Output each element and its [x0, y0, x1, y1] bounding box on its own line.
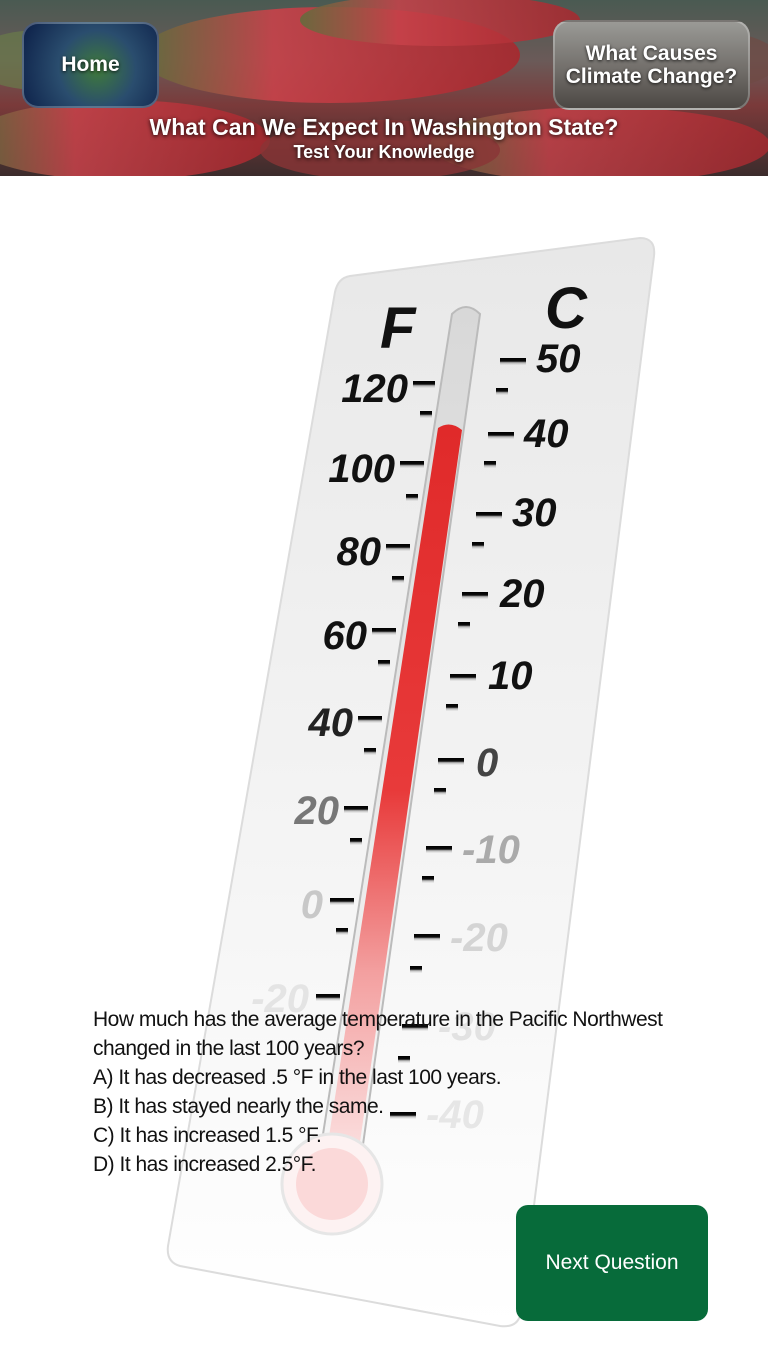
f-tick-label: 80: [337, 530, 382, 574]
thermometer-image: F C 120 100 80 60 40 20 0 -20 50 40 30 2…: [166, 236, 656, 1328]
climate-causes-button[interactable]: What Causes Climate Change?: [553, 20, 750, 110]
c-tick-label: 0: [476, 741, 498, 785]
question-text-line1: How much has the average temperature in …: [93, 1008, 663, 1031]
question-text-line2: changed in the last 100 years?: [93, 1037, 365, 1060]
fahrenheit-label: F: [380, 296, 417, 361]
answer-option-a[interactable]: A) It has decreased .5 °F in the last 10…: [93, 1063, 723, 1092]
f-tick-label: 100: [328, 447, 395, 491]
page-title: What Can We Expect In Washington State?: [149, 114, 619, 140]
answer-option-d[interactable]: D) It has increased 2.5°F.: [93, 1150, 723, 1179]
header-banner: Home What Causes Climate Change? What Ca…: [0, 0, 768, 176]
next-question-label: Next Question: [545, 1251, 679, 1274]
answer-option-c[interactable]: C) It has increased 1.5 °F.: [93, 1121, 723, 1150]
causes-label-line1: What Causes: [585, 42, 718, 65]
celsius-label: C: [545, 276, 588, 341]
home-button[interactable]: Home: [22, 22, 159, 108]
f-tick-label: 20: [294, 789, 340, 833]
c-tick-label: -20: [450, 916, 508, 960]
c-tick-label: 30: [512, 491, 557, 535]
c-tick-label: 40: [523, 412, 569, 456]
page-subtitle: Test Your Knowledge: [293, 142, 475, 162]
f-tick-label: 40: [308, 701, 354, 745]
c-tick-label: 20: [499, 572, 545, 616]
c-tick-label: -10: [462, 828, 520, 872]
answer-option-b[interactable]: B) It has stayed nearly the same.: [93, 1092, 723, 1121]
c-tick-label: 50: [536, 337, 581, 381]
c-tick-label: 10: [488, 654, 533, 698]
f-tick-label: 0: [301, 883, 323, 927]
quiz-question: How much has the average temperature in …: [93, 1005, 723, 1179]
f-tick-label: 60: [323, 614, 368, 658]
next-question-button[interactable]: Next Question: [516, 1205, 708, 1321]
home-button-label: Home: [61, 53, 120, 76]
f-tick-label: 120: [341, 367, 408, 411]
causes-label-line2: Climate Change?: [565, 65, 738, 88]
